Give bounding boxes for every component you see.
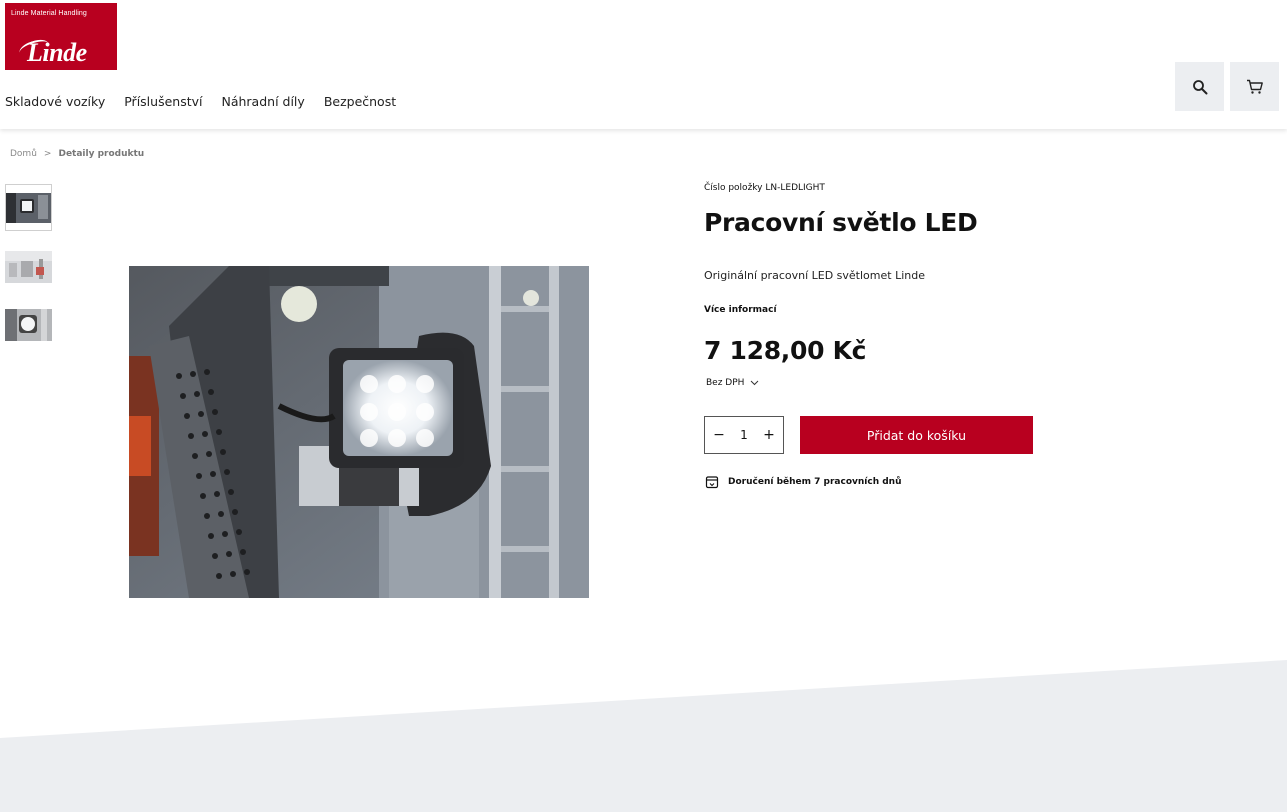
search-button[interactable] — [1175, 62, 1224, 111]
cart-icon — [1246, 79, 1263, 94]
more-info-link[interactable]: Více informací — [704, 305, 777, 315]
product-title: Pracovní světlo LED — [704, 208, 978, 237]
nav-item-warehouse-trucks[interactable]: Skladové vozíky — [5, 94, 105, 109]
breadcrumb-separator: > — [43, 149, 52, 159]
main-nav: Skladové vozíky Příslušenství Náhradní d… — [5, 94, 396, 109]
product-thumbnail-1[interactable] — [5, 184, 52, 231]
product-sku: Číslo položky LN-LEDLIGHT — [704, 183, 825, 193]
product-main-image[interactable] — [129, 266, 589, 598]
vat-toggle[interactable]: Bez DPH — [706, 378, 759, 388]
thumbnail-image — [5, 309, 52, 341]
led-work-light-photo — [129, 266, 589, 598]
linde-logo[interactable]: Linde Material Handling Linde — [5, 3, 117, 70]
quantity-stepper: − 1 + — [704, 416, 784, 454]
nav-item-spare-parts[interactable]: Náhradní díly — [221, 94, 304, 109]
decrease-quantity-button[interactable]: − — [713, 427, 725, 443]
delivery-text: Doručení během 7 pracovních dnů — [728, 477, 902, 487]
chevron-down-icon — [751, 380, 759, 386]
thumbnail-image — [5, 251, 52, 283]
product-thumbnail-3[interactable] — [5, 309, 52, 341]
quantity-value[interactable]: 1 — [740, 428, 748, 442]
breadcrumb: Domů > Detaily produktu — [10, 149, 144, 159]
site-header: Linde Material Handling Linde Skladové v… — [0, 0, 1287, 129]
breadcrumb-home[interactable]: Domů — [10, 149, 37, 159]
increase-quantity-button[interactable]: + — [763, 427, 775, 443]
product-description: Originální pracovní LED světlomet Linde — [704, 269, 925, 282]
footer-band — [0, 660, 1287, 812]
nav-item-safety[interactable]: Bezpečnost — [324, 94, 396, 109]
logo-wordmark: Linde — [27, 38, 87, 67]
add-to-cart-button[interactable]: Přidat do košíku — [800, 416, 1033, 454]
cart-button[interactable] — [1230, 62, 1279, 111]
thumbnail-image — [6, 193, 51, 223]
delivery-info: Doručení během 7 pracovních dnů — [705, 475, 902, 489]
vat-label: Bez DPH — [706, 378, 745, 388]
product-thumbnail-2[interactable] — [5, 251, 52, 283]
logo-tagline: Linde Material Handling — [11, 10, 87, 17]
breadcrumb-current: Detaily produktu — [58, 149, 145, 159]
nav-item-accessories[interactable]: Příslušenství — [124, 94, 202, 109]
delivery-box-icon — [705, 476, 719, 489]
search-icon — [1192, 79, 1207, 94]
product-price: 7 128,00 Kč — [704, 336, 867, 365]
